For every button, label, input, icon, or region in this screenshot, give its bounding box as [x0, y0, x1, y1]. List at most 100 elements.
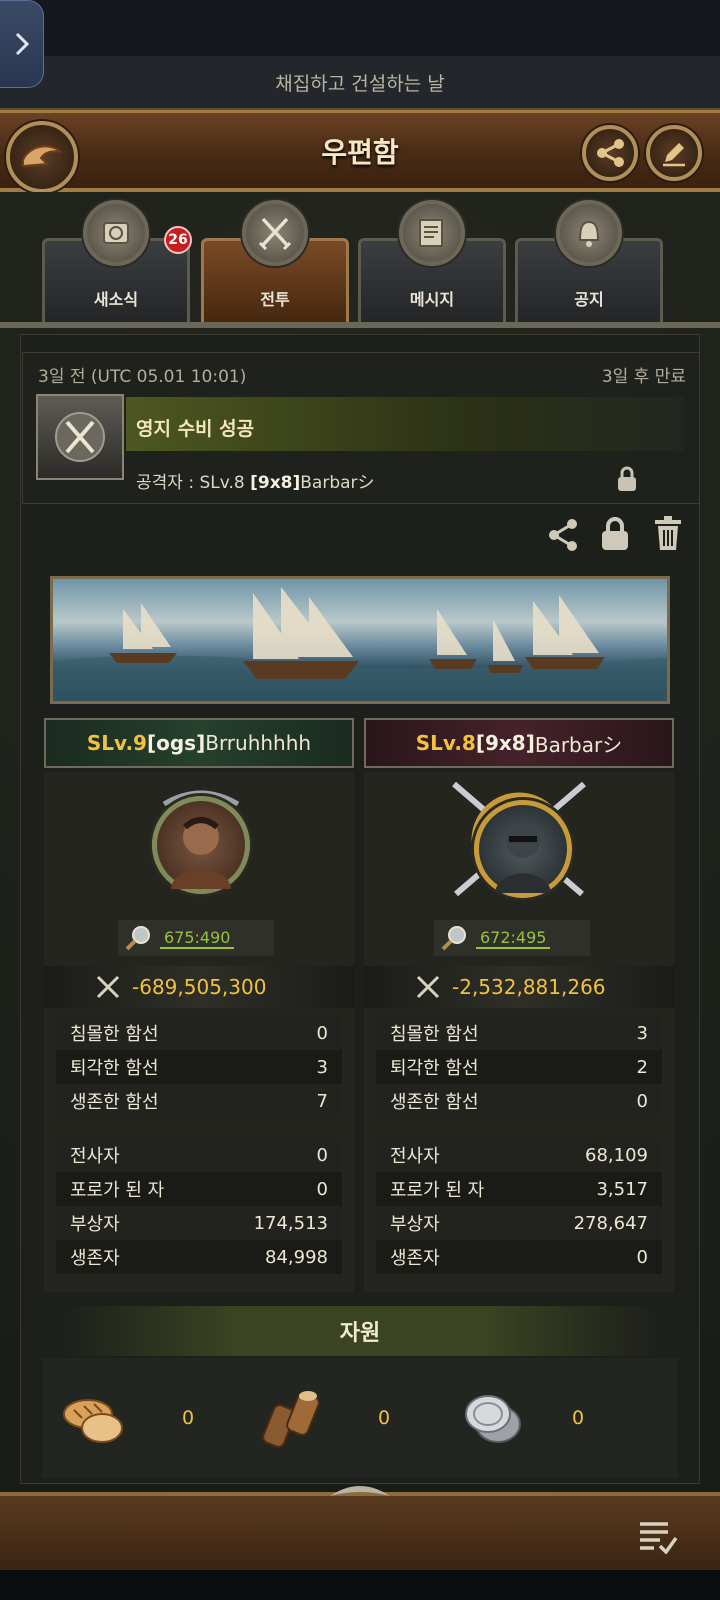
power-change: -2,532,881,266	[452, 975, 606, 999]
mark-all-read-button[interactable]	[638, 1520, 678, 1558]
mail-title: 영지 수비 성공	[136, 418, 255, 440]
attacker-name-box[interactable]: SLv.8 [9x8] Barbarシ	[364, 718, 674, 768]
stat-row: 생존자 0	[376, 1240, 662, 1274]
stat-label: 포로가 된 자	[390, 1180, 485, 1201]
stat-row: 생존한 함선 7	[56, 1084, 342, 1118]
ornament-icon	[330, 1482, 390, 1502]
stat-label: 생존한 함선	[70, 1092, 159, 1113]
side-expand-button[interactable]	[0, 0, 44, 88]
resource-silver: 0	[462, 1388, 584, 1448]
stat-row: 포로가 된 자 0	[56, 1172, 342, 1206]
stat-value: 278,647	[573, 1212, 648, 1234]
stat-value: 84,998	[265, 1246, 328, 1268]
attacker-troop-stats: 전사자 68,109 포로가 된 자 3,517 부상자 278,647 생존자 0	[376, 1138, 662, 1274]
attacker-alliance-tag: [9x8]	[475, 731, 535, 755]
avatar	[152, 796, 250, 894]
stat-row: 침몰한 함선 3	[376, 1016, 662, 1050]
attacker-label: 공격자 : SLv.8	[136, 473, 251, 493]
share-button[interactable]	[582, 125, 638, 181]
tab-label: 공지	[574, 290, 604, 309]
power-change: -689,505,300	[132, 975, 267, 999]
defender-avatar-frame[interactable]	[146, 786, 256, 896]
delete-report-button[interactable]	[654, 516, 682, 556]
stat-label: 포로가 된 자	[70, 1180, 165, 1201]
magnifier-icon	[441, 926, 466, 951]
stat-value: 3	[316, 1056, 328, 1078]
stat-value: 3,517	[596, 1178, 648, 1200]
coord-text: 675:490	[160, 928, 235, 949]
defender-name[interactable]: SLv.9 [ogs] Brruhhhhh	[44, 718, 354, 768]
share-icon	[597, 139, 624, 167]
back-arrow-icon	[22, 145, 62, 168]
mail-timestamp: 3일 전 (UTC 05.01 10:01)	[38, 367, 247, 387]
stat-row: 생존자 84,998	[56, 1240, 342, 1274]
status-strip	[0, 0, 720, 56]
crossed-swords-icon	[96, 975, 120, 999]
lock-icon	[616, 466, 638, 496]
back-button[interactable]	[6, 121, 78, 193]
crossed-swords-icon	[242, 200, 308, 266]
pencil-icon	[663, 143, 685, 167]
page-title: 우편함	[321, 135, 399, 169]
mailbox-header: 우편함	[0, 110, 720, 193]
silver-coin-icon	[465, 1395, 521, 1443]
resource-value: 0	[378, 1407, 391, 1429]
bread-icon	[63, 1399, 123, 1443]
avatar	[474, 800, 572, 898]
nav-strip	[0, 1570, 720, 1600]
attacker-avatar-frame[interactable]	[444, 778, 594, 900]
stat-value: 0	[636, 1090, 648, 1112]
stat-row: 부상자 278,647	[376, 1206, 662, 1240]
defender-power-bar: -689,505,300	[44, 966, 354, 1008]
defender-alliance: [ogs]	[146, 731, 206, 755]
stat-row: 전사자 0	[56, 1138, 342, 1172]
trash-icon	[655, 516, 681, 550]
attacker-power-bar: -2,532,881,266	[364, 966, 674, 1008]
checklist-icon	[640, 1522, 678, 1555]
stat-row: 생존한 함선 0	[376, 1084, 662, 1118]
stat-value: 0	[636, 1246, 648, 1268]
stat-row: 전사자 68,109	[376, 1138, 662, 1172]
stat-label: 생존자	[70, 1248, 120, 1269]
resource-wood: 0	[262, 1388, 390, 1448]
attacker-coords[interactable]: 672:495	[434, 920, 590, 956]
stat-row: 퇴각한 함선 3	[56, 1050, 342, 1084]
stat-label: 부상자	[70, 1214, 120, 1235]
compose-button[interactable]	[646, 125, 702, 181]
crossed-swords-icon	[36, 394, 124, 480]
stat-label: 침몰한 함선	[390, 1024, 479, 1045]
stat-row: 포로가 된 자 3,517	[376, 1172, 662, 1206]
share-report-button[interactable]	[548, 518, 578, 556]
attacker-player-name: Barbarシ	[534, 732, 623, 757]
stat-label: 침몰한 함선	[70, 1024, 159, 1045]
tab-divider	[0, 322, 720, 328]
tab-label: 새소식	[93, 290, 139, 309]
resource-bread: 0	[62, 1388, 194, 1448]
coord-text: 672:495	[476, 928, 551, 949]
letter-quill-icon	[399, 200, 465, 266]
stat-label: 부상자	[390, 1214, 440, 1235]
stat-label: 전사자	[390, 1146, 440, 1167]
event-subtitle: 채집하고 건설하는 날	[0, 56, 720, 110]
stat-value: 0	[316, 1022, 328, 1044]
magnifier-icon	[125, 926, 150, 951]
lock-report-button[interactable]	[600, 516, 630, 556]
defender-coords[interactable]: 675:490	[118, 920, 274, 956]
stat-value: 0	[316, 1144, 328, 1166]
resource-value: 0	[182, 1407, 195, 1429]
defender-troop-stats: 전사자 0 포로가 된 자 0 부상자 174,513 생존자 84,998	[56, 1138, 342, 1274]
stat-row: 퇴각한 함선 2	[376, 1050, 662, 1084]
stat-value: 3	[636, 1022, 648, 1044]
tab-label: 메시지	[409, 290, 455, 309]
stat-row: 침몰한 함선 0	[56, 1016, 342, 1050]
bell-icon	[556, 200, 622, 266]
chevron-right-icon	[15, 32, 29, 56]
stat-label: 전사자	[70, 1146, 120, 1167]
attacker-name: Barbarシ	[300, 473, 375, 493]
stat-value: 0	[316, 1178, 328, 1200]
stat-label: 생존자	[390, 1248, 440, 1269]
bottom-toolbar	[0, 1486, 720, 1570]
crossed-swords-icon	[416, 975, 440, 999]
stat-row: 부상자 174,513	[56, 1206, 342, 1240]
defender-ship-stats: 침몰한 함선 0 퇴각한 함선 3 생존한 함선 7	[56, 1016, 342, 1118]
